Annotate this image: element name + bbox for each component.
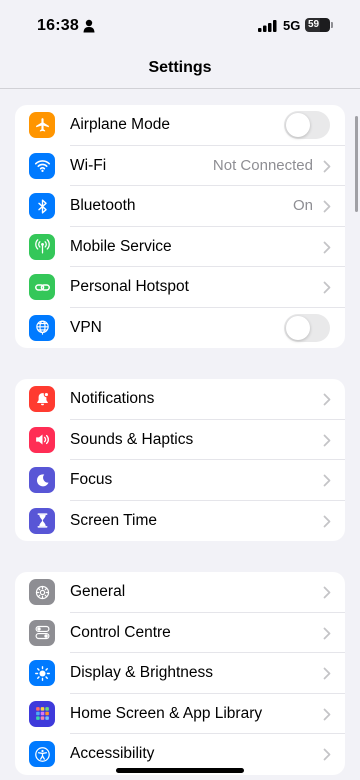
moon-icon — [29, 467, 55, 493]
chevron-right-icon — [323, 667, 331, 680]
settings-row-label: Screen Time — [70, 511, 158, 529]
accessibility-icon — [29, 741, 55, 767]
chevron-right-icon — [323, 515, 331, 527]
settings-row-label: Home Screen & App Library — [70, 704, 263, 722]
globe-icon — [29, 314, 55, 341]
settings-row-label: Wi-Fi — [70, 156, 107, 174]
settings-row-label: Personal Hotspot — [70, 278, 189, 295]
settings-row-mobile-service[interactable]: Mobile Service — [15, 227, 345, 267]
toggle-knob — [286, 113, 310, 137]
settings-group-general: General Control Centre Display & Brightnes… — [15, 572, 345, 775]
chevron-right-icon — [323, 708, 331, 720]
settings-group-connectivity: Airplane Mode Wi-Fi Not Connected Bluetooth… — [15, 105, 345, 348]
chevron-right-icon — [323, 281, 331, 294]
vpn-toggle[interactable] — [284, 313, 330, 342]
status-bar: 16:38 5G 59 — [0, 0, 360, 52]
settings-row-label: Control Centre — [70, 623, 171, 641]
wifi-icon — [29, 152, 55, 179]
gear-icon — [29, 579, 55, 605]
settings-row-vpn[interactable]: VPN — [15, 308, 345, 349]
chevron-right-icon — [323, 200, 331, 213]
chevron-right-icon — [323, 241, 331, 253]
app-grid-icon — [29, 700, 55, 727]
speaker-icon — [29, 426, 55, 453]
settings-row-label: Focus — [70, 471, 113, 488]
settings-row-screen-time[interactable]: Screen Time — [15, 501, 345, 542]
chevron-right-icon — [323, 627, 331, 639]
chevron-right-icon — [323, 748, 331, 761]
settings-row-label: Airplane Mode — [70, 116, 170, 133]
settings-group-notifications: Notifications Sounds & Haptics Focus Screen… — [15, 379, 345, 541]
settings-row-sounds-and-haptics[interactable]: Sounds & Haptics — [15, 420, 345, 460]
settings-row-notifications[interactable]: Notifications — [15, 379, 345, 420]
network-type: 5G — [283, 18, 301, 33]
chevron-right-icon — [323, 474, 331, 487]
scroll-indicator[interactable] — [355, 116, 358, 212]
settings-row-label: Notifications — [70, 390, 155, 407]
settings-row-personal-hotspot[interactable]: Personal Hotspot — [15, 267, 345, 308]
battery-icon: 59 — [305, 18, 333, 32]
settings-row-value: Not Connected — [212, 156, 313, 174]
chevron-right-icon — [323, 434, 331, 446]
settings-row-value: On — [292, 197, 313, 214]
airplane-mode-toggle[interactable] — [284, 111, 330, 139]
chevron-right-icon — [323, 160, 331, 172]
toggle-knob — [286, 315, 310, 340]
settings-row-label: Sounds & Haptics — [70, 430, 194, 448]
settings-row-focus[interactable]: Focus — [15, 460, 345, 501]
signal-icon — [258, 20, 277, 32]
settings-row-bluetooth[interactable]: Bluetooth On — [15, 186, 345, 227]
person-icon — [83, 19, 95, 33]
settings-row-control-centre[interactable]: Control Centre — [15, 613, 345, 653]
link-icon — [29, 274, 55, 300]
settings-row-home-screen-and-app-library[interactable]: Home Screen & App Library — [15, 694, 345, 734]
bluetooth-icon — [29, 193, 55, 219]
status-time: 16:38 — [37, 17, 79, 34]
page-title: Settings — [148, 59, 212, 76]
antenna-icon — [29, 233, 55, 260]
nav-divider — [0, 88, 360, 89]
settings-row-display-and-brightness[interactable]: Display & Brightness — [15, 653, 345, 694]
settings-row-label: Display & Brightness — [70, 664, 214, 681]
switches-icon — [29, 619, 55, 646]
settings-row-airplane-mode[interactable]: Airplane Mode — [15, 105, 345, 146]
home-indicator[interactable] — [116, 768, 244, 773]
settings-row-label: VPN — [70, 318, 102, 336]
settings-row-label: General — [70, 583, 126, 600]
settings-row-general[interactable]: General — [15, 572, 345, 613]
settings-row-label: Mobile Service — [70, 237, 172, 255]
hourglass-icon — [29, 507, 55, 534]
settings-row-label: Bluetooth — [70, 197, 136, 214]
chevron-right-icon — [323, 393, 331, 406]
airplane-icon — [29, 112, 55, 138]
settings-row-wi-fi[interactable]: Wi-Fi Not Connected — [15, 146, 345, 186]
sun-icon — [29, 660, 55, 686]
chevron-right-icon — [323, 586, 331, 599]
bell-icon — [29, 386, 55, 412]
battery-percent: 59 — [308, 19, 320, 30]
